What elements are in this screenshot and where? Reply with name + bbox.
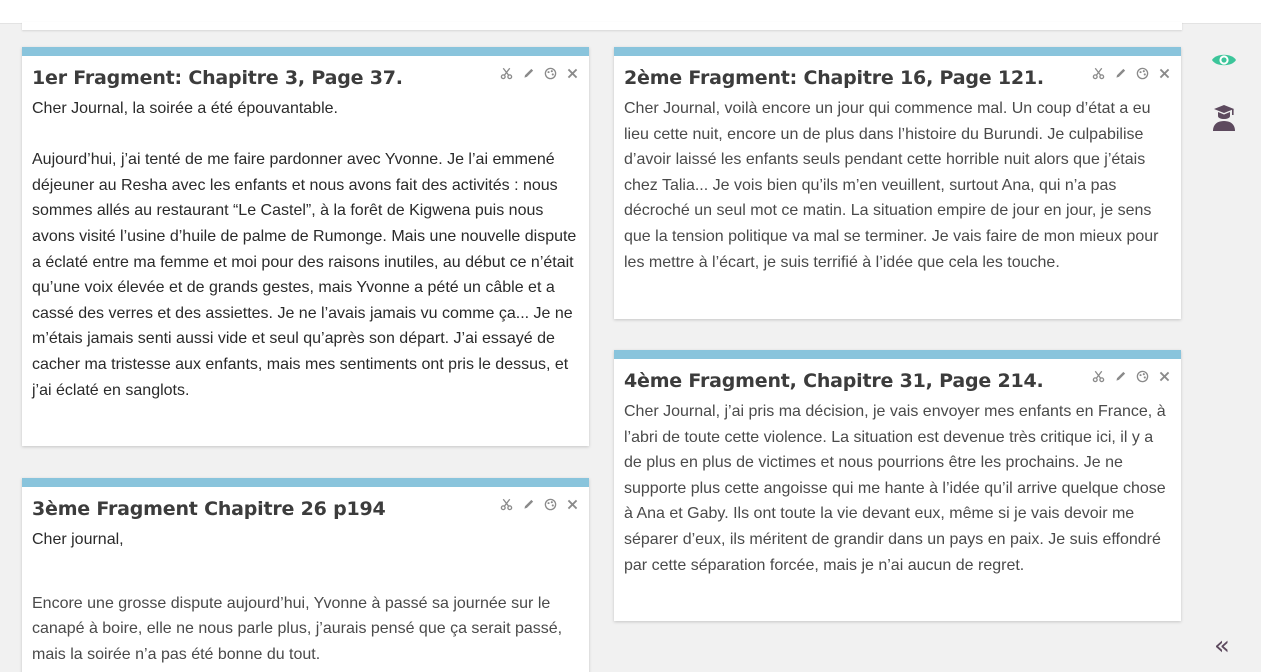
card-body: Cher Journal, j’ai pris ma décision, je … — [624, 399, 1171, 578]
fragment-card-2: 2ème Fragment: Chapitre 16, Page 121. Ch… — [614, 47, 1181, 319]
card-body: Cher Journal, voilà encore un jour qui c… — [624, 96, 1171, 275]
card-title: 3ème Fragment Chapitre 26 p194 — [32, 498, 386, 520]
scissors-icon[interactable] — [1091, 66, 1105, 80]
card-title: 1er Fragment: Chapitre 3, Page 37. — [32, 67, 403, 89]
paragraph: Cher journal, — [32, 531, 124, 548]
card-title: 2ème Fragment: Chapitre 16, Page 121. — [624, 67, 1044, 89]
fragment-card-1: 1er Fragment: Chapitre 3, Page 37. Cher … — [22, 47, 589, 446]
palette-icon[interactable] — [1135, 66, 1149, 80]
card-tools — [1091, 369, 1171, 383]
previous-card-bottom — [22, 22, 1182, 30]
card-body: Cher journal, Encore une grosse dispute … — [32, 527, 579, 667]
collapse-icon[interactable]: « — [1214, 633, 1236, 659]
palette-icon[interactable] — [1135, 369, 1149, 383]
fragment-card-3: 3ème Fragment Chapitre 26 p194 Cher jour… — [22, 478, 589, 672]
scissors-icon[interactable] — [1091, 369, 1105, 383]
scissors-icon[interactable] — [499, 66, 513, 80]
close-icon[interactable] — [565, 497, 579, 511]
palette-icon[interactable] — [543, 497, 557, 511]
graduate-icon[interactable] — [1212, 104, 1236, 132]
card-tools — [1091, 66, 1171, 80]
card-tools — [499, 66, 579, 80]
card-tools — [499, 497, 579, 511]
card-body: Cher Journal, la soirée a été épouvantab… — [32, 96, 579, 403]
close-icon[interactable] — [1157, 369, 1171, 383]
top-bar — [0, 0, 1261, 24]
close-icon[interactable] — [1157, 66, 1171, 80]
fragment-card-4: 4ème Fragment, Chapitre 31, Page 214. Ch… — [614, 350, 1181, 621]
paragraph: Encore une grosse dispute aujourd’hui, Y… — [32, 594, 563, 663]
palette-icon[interactable] — [543, 66, 557, 80]
pencil-icon[interactable] — [521, 497, 535, 511]
paragraph: Aujourd’hui, j’ai tenté de me faire pard… — [32, 151, 577, 399]
pencil-icon[interactable] — [1113, 66, 1127, 80]
scissors-icon[interactable] — [499, 497, 513, 511]
pencil-icon[interactable] — [1113, 369, 1127, 383]
eye-icon[interactable] — [1211, 50, 1237, 70]
close-icon[interactable] — [565, 66, 579, 80]
paragraph: Cher Journal, j’ai pris ma décision, je … — [624, 403, 1166, 574]
card-title: 4ème Fragment, Chapitre 31, Page 214. — [624, 370, 1044, 392]
paragraph: Cher Journal, voilà encore un jour qui c… — [624, 100, 1159, 271]
paragraph: Cher Journal, la soirée a été épouvantab… — [32, 100, 338, 117]
pencil-icon[interactable] — [521, 66, 535, 80]
